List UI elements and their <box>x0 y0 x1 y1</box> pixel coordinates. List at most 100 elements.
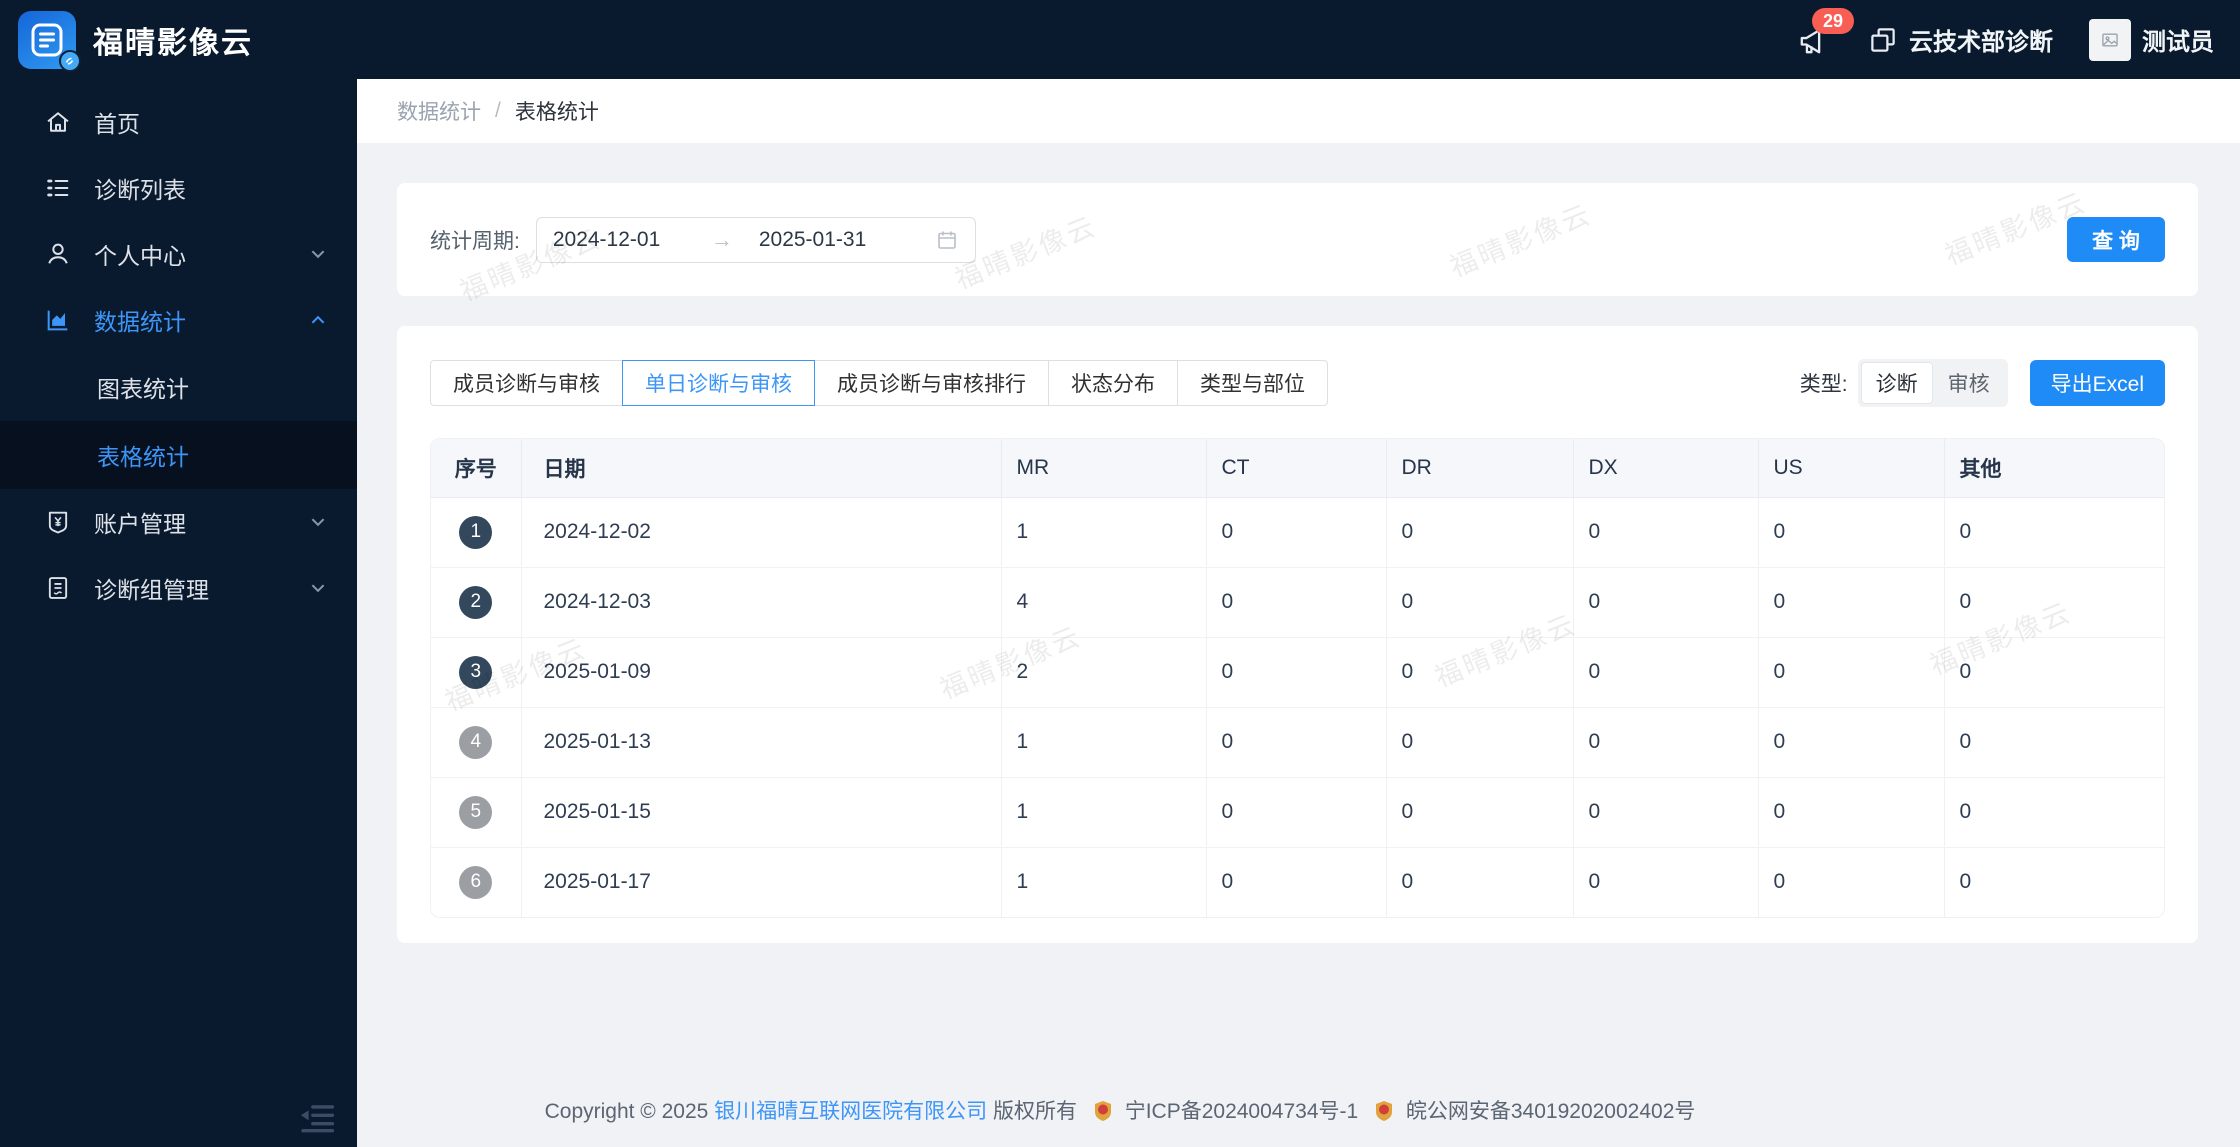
row-index-badge: 1 <box>459 515 493 549</box>
column-header: 序号 <box>431 439 522 498</box>
export-excel-button[interactable]: 导出Excel <box>2029 360 2165 406</box>
company-link[interactable]: 银川福晴互联网医院有限公司 <box>714 1100 987 1123</box>
value-cell: 0 <box>1573 777 1759 848</box>
chevron-down-icon <box>311 250 325 259</box>
chevron-up-icon <box>311 315 325 324</box>
table-row: 6 2025-01-17 1 0 0 0 0 0 <box>431 847 2164 917</box>
value-cell: 0 <box>1386 567 1574 638</box>
org-switcher[interactable]: 云技术部诊断 <box>1868 22 2053 57</box>
value-cell: 0 <box>1206 567 1387 638</box>
breadcrumb: 数据统计 / 表格统计 <box>357 79 2240 143</box>
value-cell: 0 <box>1386 637 1574 708</box>
emblem-icon <box>1374 1100 1394 1122</box>
value-cell: 0 <box>1206 777 1387 848</box>
calendar-icon[interactable] <box>935 228 959 252</box>
value-cell: 1 <box>1001 777 1207 848</box>
date-cell: 2025-01-17 <box>521 847 1002 917</box>
value-cell: 0 <box>1944 847 2164 917</box>
sidebar-item-diagnosis-group-management[interactable]: 诊断组管理 <box>0 555 357 621</box>
value-cell: 0 <box>1758 567 1945 638</box>
avatar-placeholder-icon <box>2102 33 2118 46</box>
sidebar-item-label: 账户管理 <box>94 511 186 537</box>
tab-member-diagnosis-review-ranking[interactable]: 成员诊断与审核排行 <box>814 360 1049 406</box>
home-icon <box>47 112 69 132</box>
value-cell: 0 <box>1758 637 1945 708</box>
value-cell: 0 <box>1206 847 1387 917</box>
value-cell: 4 <box>1001 567 1207 638</box>
period-label: 统计周期: <box>430 229 520 253</box>
value-cell: 1 <box>1001 707 1207 778</box>
column-header: DR <box>1386 439 1574 498</box>
breadcrumb-parent[interactable]: 数据统计 <box>397 96 481 126</box>
sidebar-item-label: 诊断组管理 <box>94 577 209 603</box>
user-menu[interactable]: 测试员 <box>2089 18 2214 61</box>
value-cell: 0 <box>1944 497 2164 568</box>
sidebar-item-home[interactable]: 首页 <box>0 89 357 155</box>
app-brand: 福晴影像云 <box>0 10 253 72</box>
sidebar-item-table-statistics[interactable]: 表格统计 <box>0 421 357 489</box>
date-end-value[interactable]: 2025-01-31 <box>759 228 866 252</box>
sidebar-item-account-management[interactable]: 账户管理 <box>0 489 357 555</box>
value-cell: 1 <box>1001 847 1207 917</box>
row-index-badge: 4 <box>459 725 493 759</box>
app-logo-icon <box>18 10 81 72</box>
value-cell: 0 <box>1758 497 1945 568</box>
value-cell: 0 <box>1573 567 1759 638</box>
range-arrow-icon: → <box>710 226 733 252</box>
column-header: DX <box>1573 439 1759 498</box>
tab-bar: 成员诊断与审核 单日诊断与审核 成员诊断与审核排行 状态分布 类型与部位 类型:… <box>430 359 2165 407</box>
sidebar-item-diagnosis-list[interactable]: 诊断列表 <box>0 155 357 221</box>
tab-daily-diagnosis-review[interactable]: 单日诊断与审核 <box>622 360 815 406</box>
notification-count-badge: 29 <box>1812 7 1855 34</box>
chevron-down-icon <box>311 518 325 527</box>
date-start-value[interactable]: 2024-12-01 <box>553 228 703 252</box>
breadcrumb-current: 表格统计 <box>514 101 599 124</box>
value-cell: 0 <box>1386 497 1574 568</box>
date-cell: 2024-12-03 <box>521 567 1002 638</box>
main-content: 数据统计 / 表格统计 统计周期: 2024-12-01 → 2025-01-3… <box>357 79 2240 1147</box>
tab-group: 成员诊断与审核 单日诊断与审核 成员诊断与审核排行 状态分布 类型与部位 <box>430 360 1328 406</box>
query-button[interactable]: 查 询 <box>2067 217 2165 262</box>
sidebar-item-chart-statistics[interactable]: 图表统计 <box>0 353 357 421</box>
row-index-badge: 2 <box>459 585 493 619</box>
type-option-review[interactable]: 审核 <box>1933 362 2005 404</box>
data-table: 序号 日期 MR CT DR DX US 其他 1 2024-12-02 1 0 0 0 0 0 2 2024-… <box>430 438 2165 918</box>
table-row: 1 2024-12-02 1 0 0 0 0 0 <box>431 497 2164 568</box>
value-cell: 0 <box>1758 707 1945 778</box>
table-row: 2 2024-12-03 4 0 0 0 0 0 <box>431 567 2164 638</box>
value-cell: 0 <box>1206 707 1387 778</box>
table-header-row: 序号 日期 MR CT DR DX US 其他 <box>431 439 2164 498</box>
tab-member-diagnosis-review[interactable]: 成员诊断与审核 <box>430 360 623 406</box>
type-option-diagnosis[interactable]: 诊断 <box>1860 362 1933 404</box>
tab-status-distribution[interactable]: 状态分布 <box>1048 360 1178 406</box>
value-cell: 0 <box>1758 847 1945 917</box>
tab-type-and-part[interactable]: 类型与部位 <box>1177 360 1328 406</box>
value-cell: 0 <box>1944 777 2164 848</box>
date-range-picker[interactable]: 2024-12-01 → 2025-01-31 <box>535 216 976 263</box>
ordered-list-icon <box>47 179 69 197</box>
value-cell: 0 <box>1206 497 1387 568</box>
table-row: 3 2025-01-09 2 0 0 0 0 0 <box>431 637 2164 708</box>
security-number: 皖公网安备34019202002402号 <box>1405 1100 1696 1123</box>
emblem-icon <box>1093 1100 1113 1122</box>
sidebar-item-label: 首页 <box>94 111 140 137</box>
app-header: 福晴影像云 29 云技术部诊断 测试员 <box>0 0 2240 79</box>
copyright-text: Copyright © 2025 <box>544 1100 709 1123</box>
notifications-button[interactable]: 29 <box>1796 7 1855 58</box>
value-cell: 0 <box>1944 707 2164 778</box>
yuan-shield-icon <box>48 511 68 534</box>
value-cell: 0 <box>1386 777 1574 848</box>
filter-card: 统计周期: 2024-12-01 → 2025-01-31 查 询 <box>397 183 2198 296</box>
sidebar-item-data-statistics[interactable]: 数据统计 <box>0 287 357 353</box>
date-cell: 2025-01-13 <box>521 707 1002 778</box>
avatar <box>2089 18 2131 61</box>
sidebar: 首页 诊断列表 个人中心 数据统计 图表统计 表格统计 账户管理 诊断组管理 <box>0 79 357 1147</box>
sidebar-item-personal-center[interactable]: 个人中心 <box>0 221 357 287</box>
collapse-sidebar-button[interactable] <box>296 1095 338 1137</box>
value-cell: 2 <box>1001 637 1207 708</box>
column-header: CT <box>1206 439 1387 498</box>
icp-number: 宁ICP备2024004734号-1 <box>1124 1100 1359 1123</box>
org-icon <box>1871 27 1895 52</box>
table-row: 4 2025-01-13 1 0 0 0 0 0 <box>431 707 2164 778</box>
value-cell: 0 <box>1573 637 1759 708</box>
